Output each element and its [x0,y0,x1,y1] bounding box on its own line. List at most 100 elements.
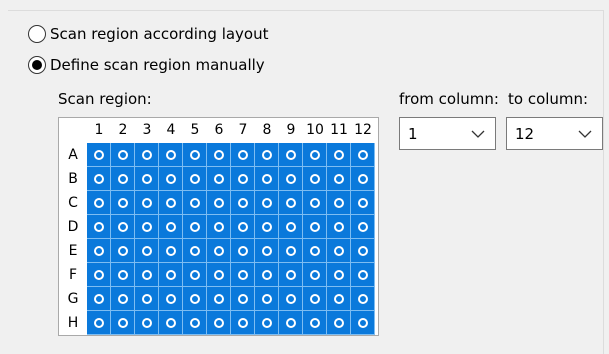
well-H9[interactable] [279,311,303,335]
well-G10[interactable] [303,287,327,311]
well-D6[interactable] [207,215,231,239]
column-header-11[interactable]: 11 [327,120,351,140]
well-B11[interactable] [327,167,351,191]
well-E12[interactable] [351,239,375,263]
column-header-3[interactable]: 3 [135,120,159,140]
well-H3[interactable] [135,311,159,335]
well-F2[interactable] [111,263,135,287]
well-C11[interactable] [327,191,351,215]
well-C6[interactable] [207,191,231,215]
row-header-E[interactable]: E [63,241,83,261]
well-F5[interactable] [183,263,207,287]
column-header-2[interactable]: 2 [111,120,135,140]
well-D2[interactable] [111,215,135,239]
well-B1[interactable] [87,167,111,191]
well-F10[interactable] [303,263,327,287]
well-A1[interactable] [87,143,111,167]
well-H5[interactable] [183,311,207,335]
well-C1[interactable] [87,191,111,215]
well-D4[interactable] [159,215,183,239]
well-H11[interactable] [327,311,351,335]
well-A4[interactable] [159,143,183,167]
well-C8[interactable] [255,191,279,215]
well-A10[interactable] [303,143,327,167]
well-D7[interactable] [231,215,255,239]
well-A3[interactable] [135,143,159,167]
column-header-1[interactable]: 1 [87,120,111,140]
well-H4[interactable] [159,311,183,335]
well-C12[interactable] [351,191,375,215]
well-A9[interactable] [279,143,303,167]
column-header-7[interactable]: 7 [231,120,255,140]
row-header-B[interactable]: B [63,169,83,189]
well-C9[interactable] [279,191,303,215]
well-H12[interactable] [351,311,375,335]
well-C10[interactable] [303,191,327,215]
well-E10[interactable] [303,239,327,263]
row-header-G[interactable]: G [63,289,83,309]
well-B3[interactable] [135,167,159,191]
well-B8[interactable] [255,167,279,191]
well-C4[interactable] [159,191,183,215]
well-B7[interactable] [231,167,255,191]
well-B10[interactable] [303,167,327,191]
well-G5[interactable] [183,287,207,311]
well-H10[interactable] [303,311,327,335]
column-header-12[interactable]: 12 [351,120,375,140]
well-H8[interactable] [255,311,279,335]
well-H6[interactable] [207,311,231,335]
row-header-C[interactable]: C [63,193,83,213]
well-F4[interactable] [159,263,183,287]
row-header-A[interactable]: A [63,145,83,165]
well-D12[interactable] [351,215,375,239]
well-E7[interactable] [231,239,255,263]
well-B2[interactable] [111,167,135,191]
well-A12[interactable] [351,143,375,167]
well-C7[interactable] [231,191,255,215]
well-C2[interactable] [111,191,135,215]
well-A8[interactable] [255,143,279,167]
well-F1[interactable] [87,263,111,287]
well-D3[interactable] [135,215,159,239]
well-G9[interactable] [279,287,303,311]
well-H1[interactable] [87,311,111,335]
column-header-5[interactable]: 5 [183,120,207,140]
radio-define-manually[interactable]: Define scan region manually [28,55,265,75]
well-A5[interactable] [183,143,207,167]
well-G12[interactable] [351,287,375,311]
well-A6[interactable] [207,143,231,167]
well-E6[interactable] [207,239,231,263]
row-header-F[interactable]: F [63,265,83,285]
column-header-10[interactable]: 10 [303,120,327,140]
well-E5[interactable] [183,239,207,263]
well-B4[interactable] [159,167,183,191]
well-B9[interactable] [279,167,303,191]
well-B5[interactable] [183,167,207,191]
well-E8[interactable] [255,239,279,263]
radio-button-checked[interactable] [28,56,46,74]
column-header-9[interactable]: 9 [279,120,303,140]
well-F7[interactable] [231,263,255,287]
well-F9[interactable] [279,263,303,287]
well-G11[interactable] [327,287,351,311]
well-G8[interactable] [255,287,279,311]
well-D9[interactable] [279,215,303,239]
well-G2[interactable] [111,287,135,311]
well-A7[interactable] [231,143,255,167]
row-header-D[interactable]: D [63,217,83,237]
well-G7[interactable] [231,287,255,311]
well-A2[interactable] [111,143,135,167]
well-H2[interactable] [111,311,135,335]
well-G3[interactable] [135,287,159,311]
well-C3[interactable] [135,191,159,215]
well-D10[interactable] [303,215,327,239]
well-C5[interactable] [183,191,207,215]
well-E4[interactable] [159,239,183,263]
well-F11[interactable] [327,263,351,287]
well-E3[interactable] [135,239,159,263]
well-G1[interactable] [87,287,111,311]
well-D8[interactable] [255,215,279,239]
to-column-dropdown[interactable]: 12 [506,117,603,150]
well-D11[interactable] [327,215,351,239]
well-G4[interactable] [159,287,183,311]
